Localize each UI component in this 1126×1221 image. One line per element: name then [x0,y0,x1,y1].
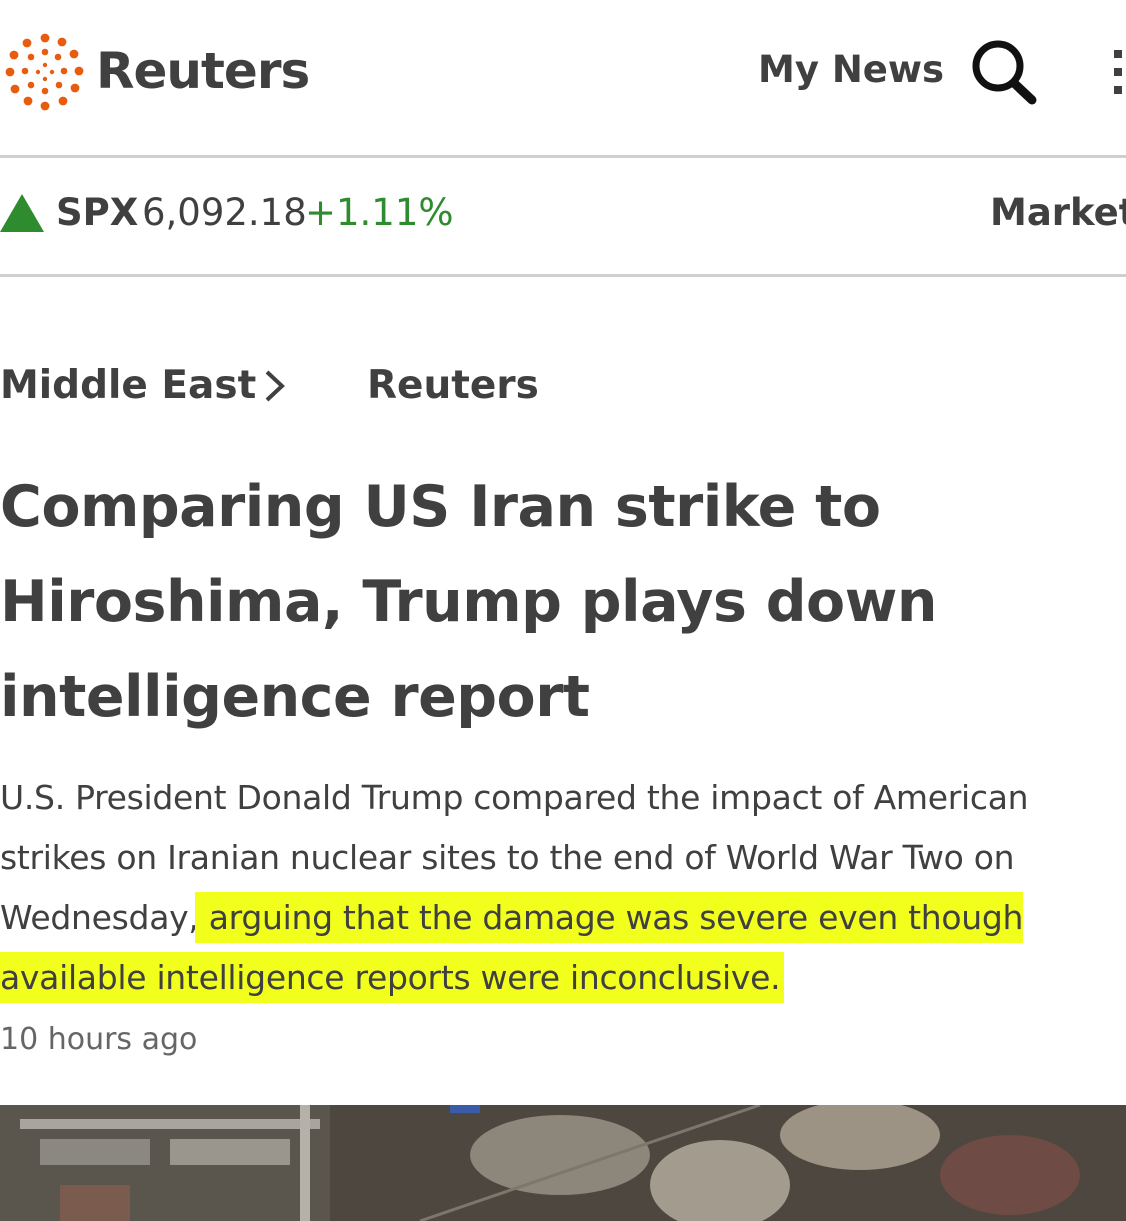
kebab-menu-icon[interactable] [1114,50,1126,98]
satellite-image[interactable] [0,1105,1126,1221]
ticker-change: +1.11% [305,191,454,234]
market-link[interactable]: Market [990,190,1126,236]
satellite-image-graphic [0,1105,1126,1221]
article-timestamp: 10 hours ago [0,1022,198,1057]
chevron-right-icon [265,370,285,402]
up-triangle-icon [0,194,44,232]
search-icon[interactable] [970,36,1040,106]
article-headline[interactable]: Comparing US Iran strike to Hiroshima, T… [0,460,1126,745]
reuters-logo-icon[interactable] [0,28,90,118]
brand-wordmark[interactable]: Reuters [96,40,310,102]
article-summary: U.S. President Donald Trump compared the… [0,768,1118,1008]
site-header: Reuters My News [0,0,1126,155]
ticker-price: 6,092.18 [142,191,307,234]
my-news-link[interactable]: My News [758,48,944,92]
ticker-divider [0,274,1126,277]
article-source: Reuters [367,363,539,408]
ticker-symbol[interactable]: SPX [56,190,138,236]
section-breadcrumb[interactable]: Middle East [0,362,256,410]
